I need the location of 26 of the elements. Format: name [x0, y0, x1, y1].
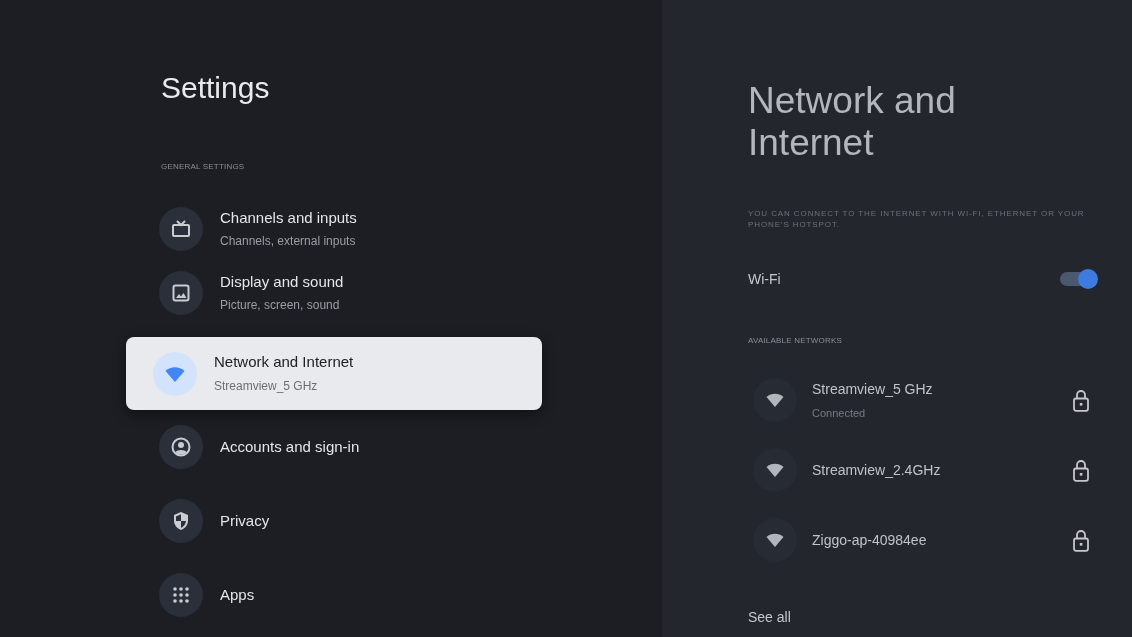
tv-icon [159, 207, 203, 251]
section-label: GENERAL SETTINGS [161, 162, 245, 172]
toggle-switch[interactable] [1060, 269, 1098, 289]
wifi-icon [753, 378, 797, 422]
settings-title: Settings [161, 70, 270, 106]
sidebar-item[interactable]: Privacy [126, 484, 542, 558]
see-all-button[interactable]: See all [748, 608, 791, 626]
wifi-icon [753, 448, 797, 492]
network-item[interactable]: Ziggo-ap-40984ee [748, 508, 1098, 572]
description-text: YOU CAN CONNECT TO THE INTERNET WITH WI-FI, ETHERNET OR YOUR PHONE'S HOTSPOT. [748, 208, 1086, 230]
sidebar-item[interactable]: Channels and inputs Channels, external inputs [126, 197, 542, 261]
wifi-icon [753, 518, 797, 562]
sidebar-item[interactable]: Display and sound Picture, screen, sound [126, 261, 542, 325]
wifi-label: Wi-Fi [748, 271, 781, 287]
grid-icon [159, 573, 203, 617]
sidebar-item[interactable]: Network and Internet Streamview_5 GHz [126, 337, 542, 410]
network-item[interactable]: Streamview_5 GHz Connected [748, 368, 1098, 432]
sidebar-item[interactable]: Accounts and sign-in [126, 410, 542, 484]
person-icon [159, 425, 203, 469]
detail-title: Network and Internet [748, 80, 957, 164]
picture-icon [159, 271, 203, 315]
wifi-icon [153, 351, 197, 396]
section-label: AVAILABLE NETWORKS [748, 336, 842, 346]
network-item[interactable]: Streamview_2.4GHz [748, 438, 1098, 502]
shield-icon [159, 499, 203, 543]
sidebar-item[interactable]: Apps [126, 558, 542, 632]
